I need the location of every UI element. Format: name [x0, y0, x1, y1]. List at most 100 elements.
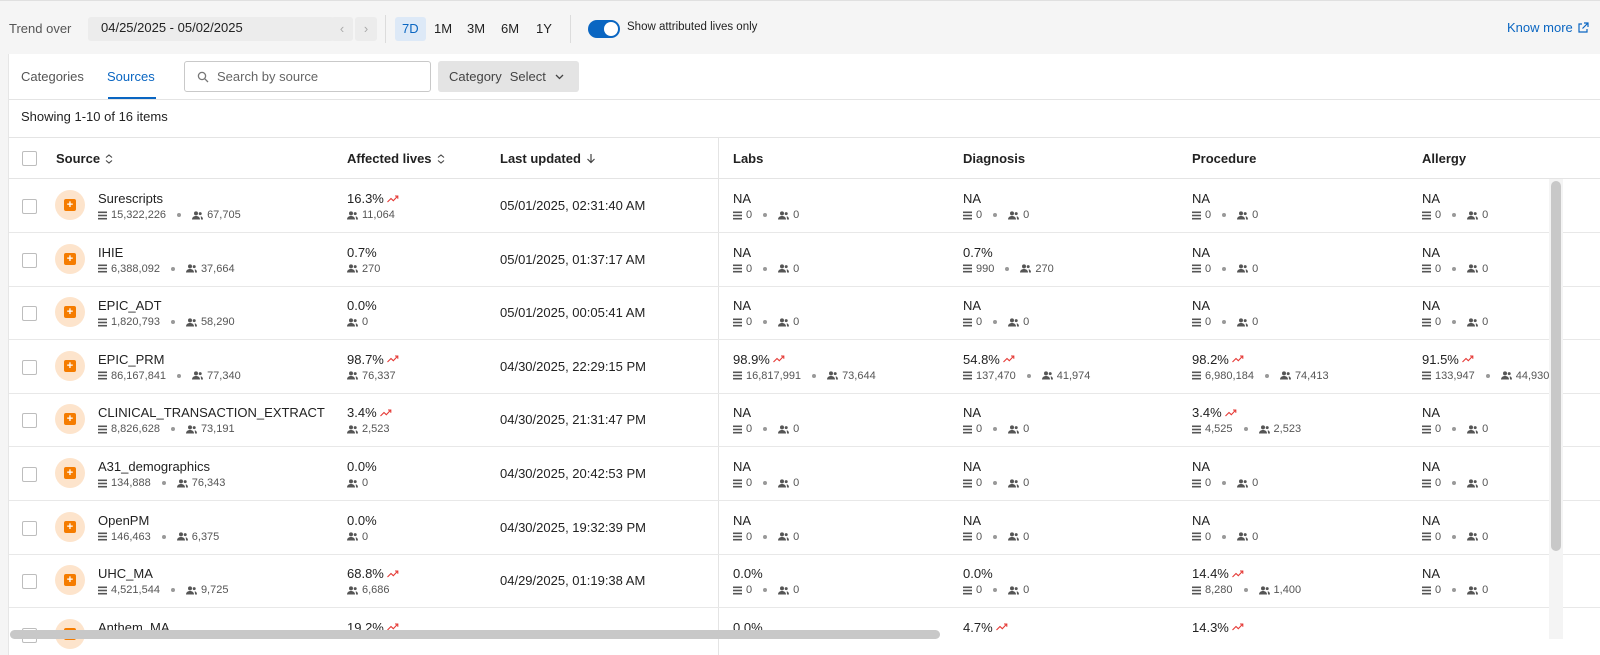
- source-name[interactable]: UHC_MA: [98, 566, 153, 581]
- row-checkbox[interactable]: [22, 413, 37, 429]
- row-checkbox[interactable]: [22, 252, 37, 268]
- source-name[interactable]: IHIE: [98, 245, 123, 260]
- row-checkbox[interactable]: [22, 574, 37, 590]
- source-name[interactable]: EPIC_PRM: [98, 352, 164, 367]
- source-name[interactable]: OpenPM: [98, 513, 149, 528]
- search-box[interactable]: [184, 61, 431, 92]
- labs-pct: NA: [733, 245, 751, 260]
- diagnosis-meta: 990 270: [963, 263, 1054, 275]
- people-icon: [1237, 210, 1249, 219]
- allergy-pct-value: NA: [1422, 566, 1441, 582]
- prev-range-button[interactable]: ‹: [331, 17, 353, 41]
- row-checkbox[interactable]: [22, 520, 37, 536]
- record-count: 0: [1435, 584, 1442, 597]
- date-range-picker[interactable]: 04/25/2025 - 05/02/2025: [88, 17, 334, 41]
- diagnosis-pct-value: NA: [963, 405, 982, 421]
- people-icon: [192, 210, 204, 219]
- table-row[interactable]: + EPIC_PRM 86,167,841 77,340 98.7% 76,337 04/3…: [9, 340, 1600, 394]
- col-source-label: Source: [56, 151, 101, 166]
- period-1y[interactable]: 1Y: [529, 17, 559, 41]
- list-icon: [98, 371, 107, 380]
- diagnosis-meta: 00: [963, 584, 1029, 596]
- source-name[interactable]: EPIC_ADT: [98, 298, 162, 313]
- table-row[interactable]: + OpenPM 146,463 6,375 0.0% 0 04/30/2025, 19:3…: [9, 501, 1600, 555]
- col-source[interactable]: Source: [56, 151, 113, 166]
- category-value: Select: [509, 69, 546, 84]
- table-row[interactable]: + EPIC_ADT 1,820,793 58,290 0.0% 0 05/01/2025,…: [9, 286, 1600, 341]
- diagnosis-pct-value: 0.7%: [963, 244, 993, 260]
- period-6m[interactable]: 6M: [494, 17, 526, 41]
- people-icon: [1467, 586, 1479, 595]
- row-checkbox[interactable]: [22, 306, 37, 322]
- category-select[interactable]: Category Select: [438, 61, 579, 92]
- search-input[interactable]: [217, 69, 417, 84]
- tab-categories[interactable]: Categories: [21, 69, 84, 84]
- source-meta: 1,820,793 58,290: [98, 316, 235, 328]
- record-count: 0: [746, 209, 753, 221]
- row-checkbox[interactable]: [22, 359, 37, 375]
- period-3m[interactable]: 3M: [460, 17, 492, 41]
- labs-meta: 16,817,991 73,644: [733, 370, 876, 382]
- people-icon: [827, 371, 839, 380]
- lives-count: 9,725: [200, 584, 229, 597]
- labs-pct-value: NA: [733, 298, 752, 314]
- source-name[interactable]: CLINICAL_TRANSACTION_EXTRACT: [98, 405, 325, 420]
- last-updated: 04/30/2025, 22:29:15 PM: [500, 358, 647, 374]
- procedure-meta: 6,980,184 74,413: [1192, 370, 1329, 382]
- source-name[interactable]: Surescripts: [98, 191, 163, 206]
- period-7d[interactable]: 7D: [395, 17, 426, 41]
- know-more-link[interactable]: Know more: [1507, 20, 1589, 35]
- lives-count: 0: [1023, 477, 1030, 489]
- list-icon: [98, 211, 107, 219]
- row-checkbox[interactable]: [22, 199, 37, 214]
- lives-count: 0: [1252, 530, 1259, 543]
- record-count: 4,521,544: [111, 584, 160, 597]
- labs-pct: 98.9%: [733, 352, 785, 367]
- col-procedure: Procedure: [1192, 151, 1257, 166]
- table-row[interactable]: + A31_demographics 134,888 76,343 0.0% 0 04/30…: [9, 447, 1600, 501]
- allergy-pct-value: NA: [1422, 191, 1441, 206]
- hospital-icon: +: [55, 243, 85, 274]
- trend-up-icon: [1002, 355, 1015, 363]
- labs-pct: 0.0%: [733, 566, 763, 581]
- affected-lives-count: 6,686: [362, 584, 390, 597]
- affected-pct-value: 16.3%: [347, 191, 384, 206]
- select-all-checkbox[interactable]: [22, 151, 37, 166]
- list-icon: [963, 532, 972, 541]
- diagnosis-pct: NA: [963, 459, 981, 474]
- lives-count: 0: [1023, 423, 1030, 436]
- col-last-updated[interactable]: Last updated: [500, 151, 596, 166]
- allergy-pct-value: NA: [1422, 244, 1441, 260]
- table-row[interactable]: + IHIE 6,388,092 37,664 0.7% 270 05/01/2025, 0…: [9, 233, 1600, 287]
- allergy-meta: 00: [1422, 316, 1488, 328]
- affected-pct: 3.4%: [347, 405, 392, 420]
- affected-pct-value: 3.4%: [347, 405, 377, 421]
- hospital-icon: +: [55, 297, 85, 328]
- source-meta: 6,388,092 37,664: [98, 263, 235, 275]
- tab-sources[interactable]: Sources: [107, 69, 155, 84]
- affected-pct-value: 68.8%: [347, 566, 384, 582]
- attributed-lives-toggle[interactable]: [588, 20, 620, 38]
- source-name[interactable]: A31_demographics: [98, 459, 210, 474]
- allergy-meta: 133,947 44,930: [1422, 370, 1549, 382]
- record-count: 137,470: [976, 369, 1016, 382]
- people-icon: [1008, 318, 1020, 327]
- col-affected-lives[interactable]: Affected lives: [347, 151, 445, 166]
- procedure-pct-value: NA: [1192, 191, 1211, 206]
- row-checkbox[interactable]: [22, 467, 37, 482]
- allergy-pct-value: NA: [1422, 298, 1441, 314]
- table-row[interactable]: + Surescripts 15,322,226 67,705 16.3% 11,064 0…: [9, 179, 1600, 233]
- table-row[interactable]: + UHC_MA 4,521,544 9,725 68.8% 6,686 04/29/202…: [9, 554, 1600, 609]
- diagnosis-pct-value: 54.8%: [963, 351, 1000, 367]
- record-count: 0: [746, 316, 753, 329]
- table-row[interactable]: + CLINICAL_TRANSACTION_EXTRACT 8,826,628 73…: [9, 393, 1600, 448]
- horizontal-scrollbar[interactable]: [10, 630, 940, 639]
- next-range-button[interactable]: ›: [355, 17, 377, 41]
- list-icon: [1192, 264, 1201, 273]
- list-icon: [98, 318, 107, 327]
- period-1m[interactable]: 1M: [427, 17, 459, 41]
- vertical-scrollbar[interactable]: [1551, 181, 1561, 551]
- divider: [385, 15, 386, 43]
- allergy-meta: 00: [1422, 584, 1488, 596]
- labs-pct-value: 0.0%: [733, 566, 763, 582]
